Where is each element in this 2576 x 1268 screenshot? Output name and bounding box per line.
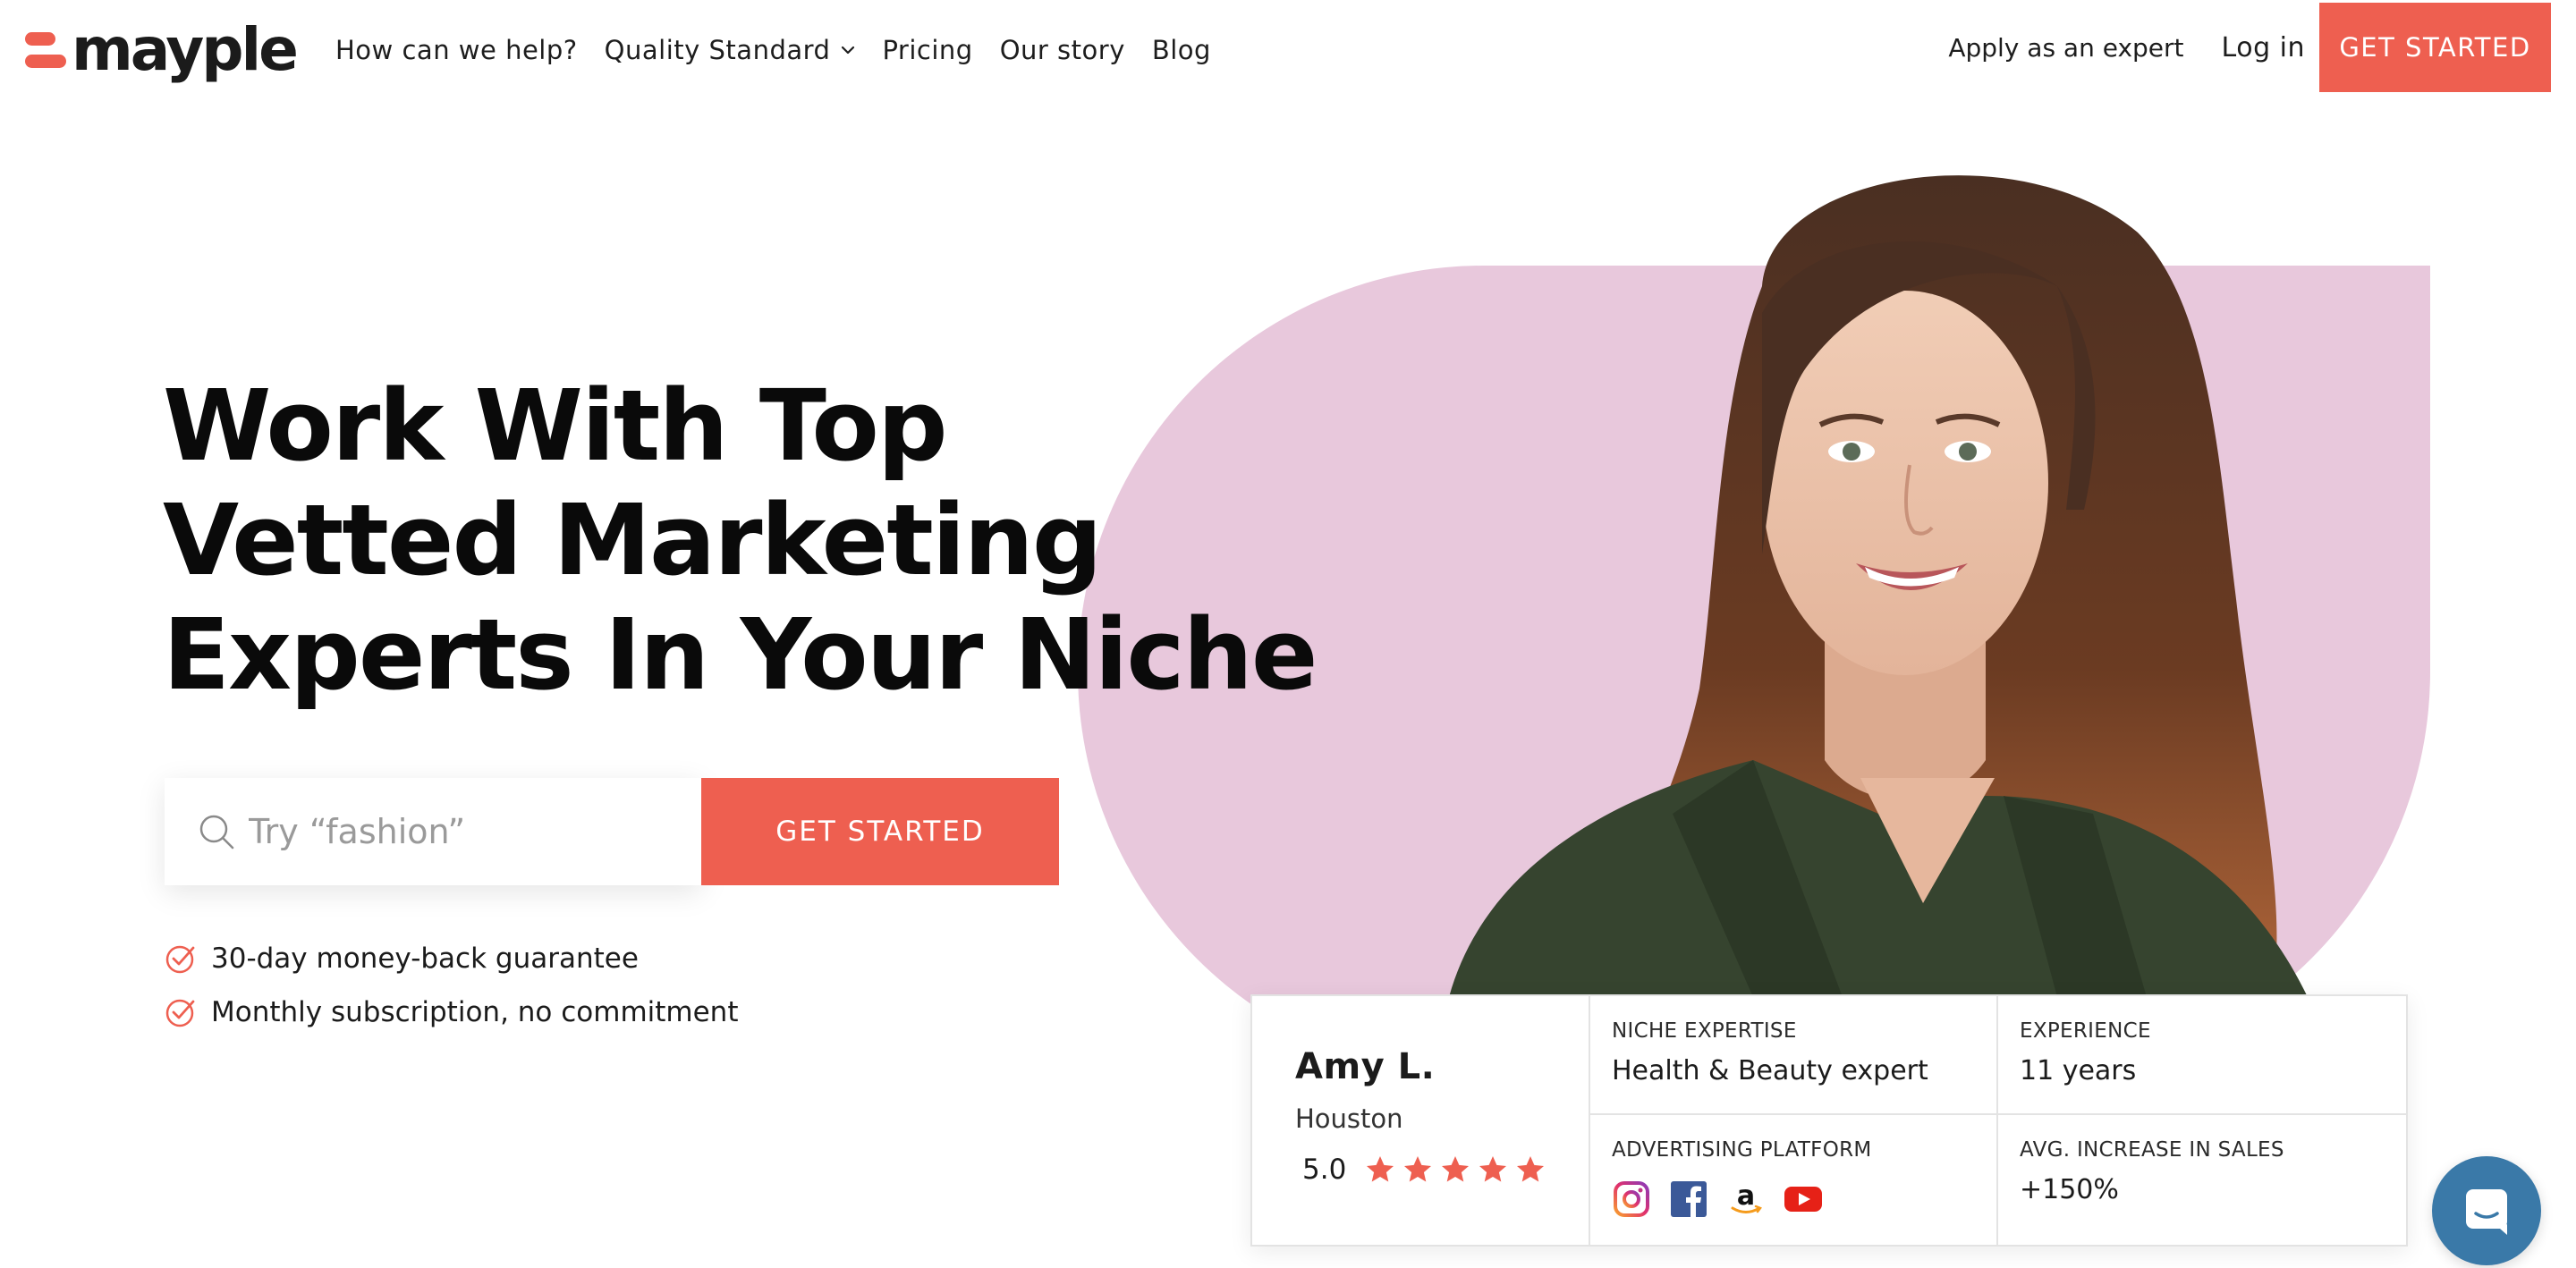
nav-how-can-we-help[interactable]: How can we help? [335,35,578,65]
headline-line-2: Vetted Marketing [163,483,1103,597]
nav-pricing[interactable]: Pricing [882,35,972,65]
benefit-list: 30-day money-back guarantee Monthly subs… [165,941,738,1048]
check-circle-icon [165,999,195,1027]
chevron-down-icon [842,46,855,55]
advertising-platform-cell: ADVERTISING PLATFORM a [1590,1115,1998,1245]
apply-as-expert-link[interactable]: Apply as an expert [1948,33,2183,63]
expert-rating: 5.0 [1302,1154,1589,1186]
chat-icon [2466,1189,2507,1235]
platform-icons: a [1612,1179,1996,1219]
main-nav: How can we help? Quality Standard Pricin… [335,29,1238,72]
facebook-icon [1669,1179,1708,1219]
check-circle-icon [165,945,195,974]
mayple-logo[interactable]: mayple [25,15,299,84]
star-icon [1517,1156,1545,1182]
nav-quality-standard[interactable]: Quality Standard [605,35,856,65]
chat-launcher-button[interactable] [2432,1156,2541,1265]
svg-text:a: a [1737,1180,1755,1212]
nav-our-story[interactable]: Our story [1000,35,1125,65]
hero-search-form: GET STARTED [165,778,1059,885]
nav-blog[interactable]: Blog [1152,35,1211,65]
hero-headline: Work With Top Vetted Marketing Experts I… [163,368,1326,712]
logo-text: mayple [72,15,299,84]
search-icon [199,815,234,850]
niche-search-input[interactable] [249,812,678,851]
headline-line-3: Experts In Your Niche [163,597,1318,712]
experience-cell: EXPERIENCE 11 years [1998,996,2406,1115]
expert-details-grid: NICHE EXPERTISE Health & Beauty expert E… [1590,996,2406,1245]
benefit-item: 30-day money-back guarantee [165,941,738,976]
amazon-icon: a [1726,1179,1766,1219]
star-icon [1367,1156,1394,1182]
expert-name: Amy L. [1295,1046,1436,1087]
logo-mark-icon [25,32,66,68]
headline-line-1: Work With Top [163,368,948,483]
niche-expertise-value: Health & Beauty expert [1612,1055,1928,1086]
experience-value: 11 years [2020,1055,2137,1086]
benefit-item: Monthly subscription, no commitment [165,994,738,1030]
rating-value: 5.0 [1302,1154,1347,1186]
star-icon [1404,1156,1432,1182]
benefit-text: 30-day money-back guarantee [211,943,639,975]
expert-portrait-image [1449,175,2308,997]
instagram-icon [1612,1179,1651,1219]
header-actions: Apply as an expert Log in GET STARTED [1948,0,2551,95]
niche-expertise-cell: NICHE EXPERTISE Health & Beauty expert [1590,996,1998,1115]
experience-label: EXPERIENCE [2020,1019,2151,1043]
youtube-icon [1784,1179,1823,1219]
star-icon [1479,1156,1507,1182]
advertising-platform-label: ADVERTISING PLATFORM [1612,1138,1872,1162]
star-icon [1442,1156,1470,1182]
login-link[interactable]: Log in [2222,32,2305,63]
header-get-started-button[interactable]: GET STARTED [2319,3,2551,92]
sales-increase-label: AVG. INCREASE IN SALES [2020,1138,2284,1162]
expert-location: Houston [1295,1103,1403,1134]
hero-get-started-button[interactable]: GET STARTED [701,778,1059,885]
sales-increase-cell: AVG. INCREASE IN SALES +150% [1998,1115,2406,1245]
benefit-text: Monthly subscription, no commitment [211,996,739,1028]
expert-identity: Amy L. Houston 5.0 [1252,996,1590,1245]
search-box[interactable] [165,778,701,885]
expert-profile-card: Amy L. Houston 5.0 NICHE EXPERTISE Healt… [1250,994,2408,1247]
site-header: mayple How can we help? Quality Standard… [0,0,2576,100]
niche-expertise-label: NICHE EXPERTISE [1612,1019,1797,1043]
sales-increase-value: +150% [2020,1174,2119,1205]
rating-stars [1364,1154,1552,1186]
nav-quality-standard-label: Quality Standard [604,35,831,65]
